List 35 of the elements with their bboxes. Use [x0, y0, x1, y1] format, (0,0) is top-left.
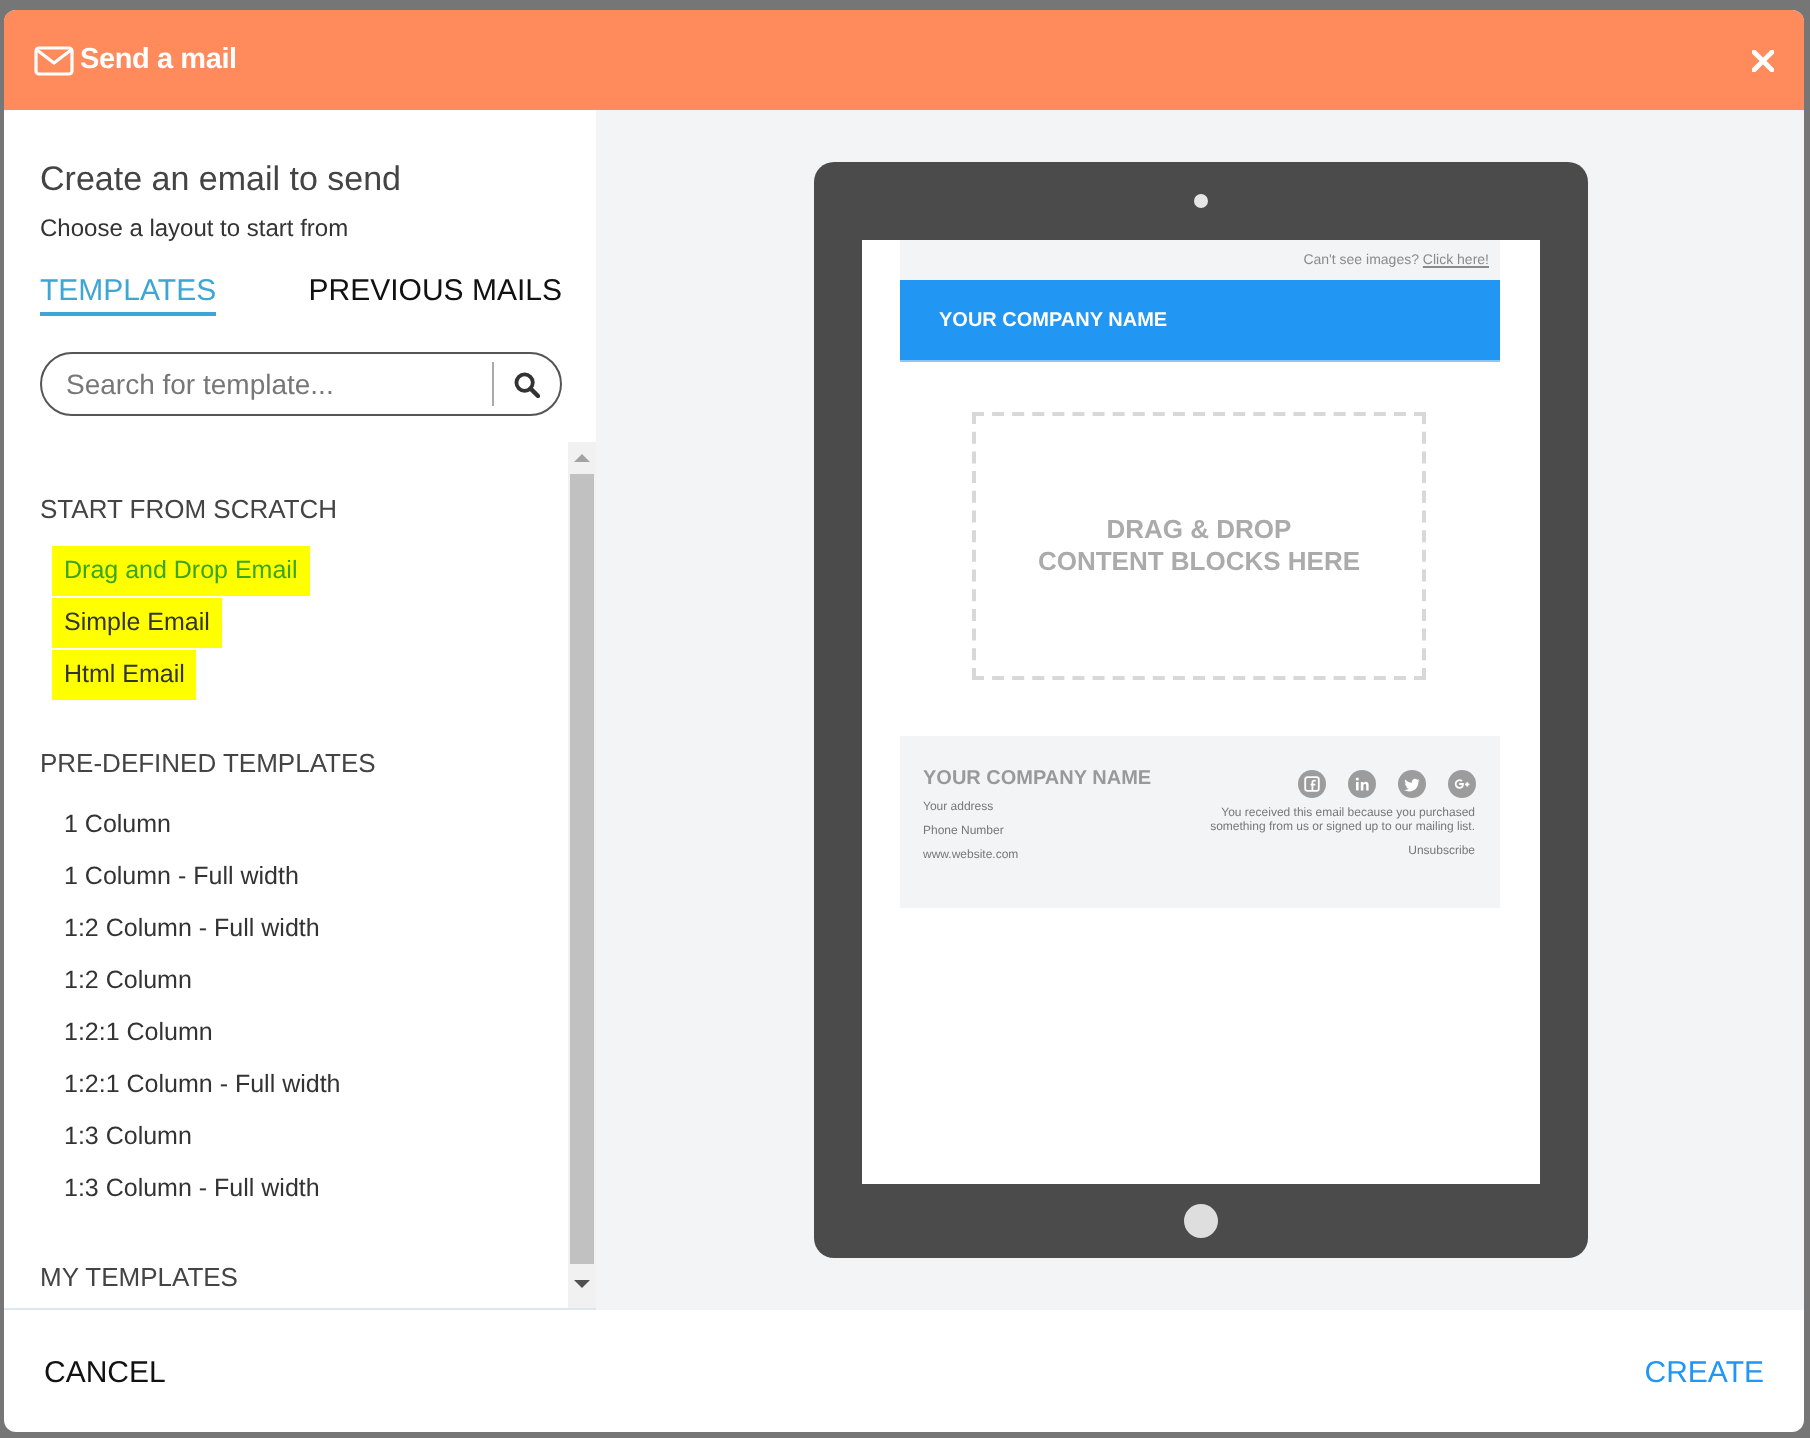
scrollbar-track[interactable]	[568, 442, 596, 1308]
template-item[interactable]: Simple Email	[52, 598, 222, 648]
camera-dot-icon	[1193, 194, 1207, 208]
close-icon[interactable]	[1752, 49, 1774, 71]
template-item[interactable]: 1 Column	[52, 800, 183, 850]
template-item[interactable]: 1:3 Column - Full width	[52, 1164, 332, 1214]
sidebar-subheading: Choose a layout to start from	[40, 212, 351, 244]
company-name-banner: YOUR COMPANY NAME	[899, 280, 1499, 362]
sidebar-heading: Create an email to send	[40, 158, 403, 202]
search-icon[interactable]	[514, 372, 540, 398]
scroll-down-icon[interactable]	[574, 1280, 590, 1288]
section-heading: START FROM SCRATCH	[40, 494, 340, 526]
home-button-icon	[1183, 1204, 1217, 1238]
scrollbar-thumb[interactable]	[570, 474, 594, 1264]
twitter-icon	[1397, 770, 1425, 798]
dialog-title: Send a mail	[80, 44, 237, 76]
template-item[interactable]: 1 Column - Full width	[52, 852, 311, 902]
scroll-up-icon[interactable]	[574, 454, 590, 462]
template-item[interactable]: 1:3 Column	[52, 1112, 204, 1162]
section-heading: PRE-DEFINED TEMPLATES	[40, 748, 378, 780]
google-plus-icon	[1447, 770, 1475, 798]
template-item[interactable]: Html Email	[52, 650, 197, 700]
template-item[interactable]: 1:2 Column	[52, 956, 204, 1006]
envelope-icon	[34, 45, 74, 75]
footer-company-name: YOUR COMPANY NAME	[923, 766, 1152, 792]
template-item[interactable]: 1:2:1 Column - Full width	[52, 1060, 353, 1110]
linkedin-icon	[1347, 770, 1375, 798]
drop-zone-text: DRAG & DROP CONTENT BLOCKS HERE	[1037, 514, 1361, 578]
template-item[interactable]: 1:2 Column - Full width	[52, 904, 332, 954]
cancel-button[interactable]: CANCEL	[44, 1356, 166, 1390]
template-item[interactable]: 1:2:1 Column	[52, 1008, 225, 1058]
tab[interactable]: PREVIOUS MAILS	[308, 272, 562, 316]
section-heading: MY TEMPLATES	[40, 1262, 240, 1294]
facebook-icon	[1297, 770, 1325, 798]
search-field[interactable]: Search for template...	[40, 352, 562, 416]
